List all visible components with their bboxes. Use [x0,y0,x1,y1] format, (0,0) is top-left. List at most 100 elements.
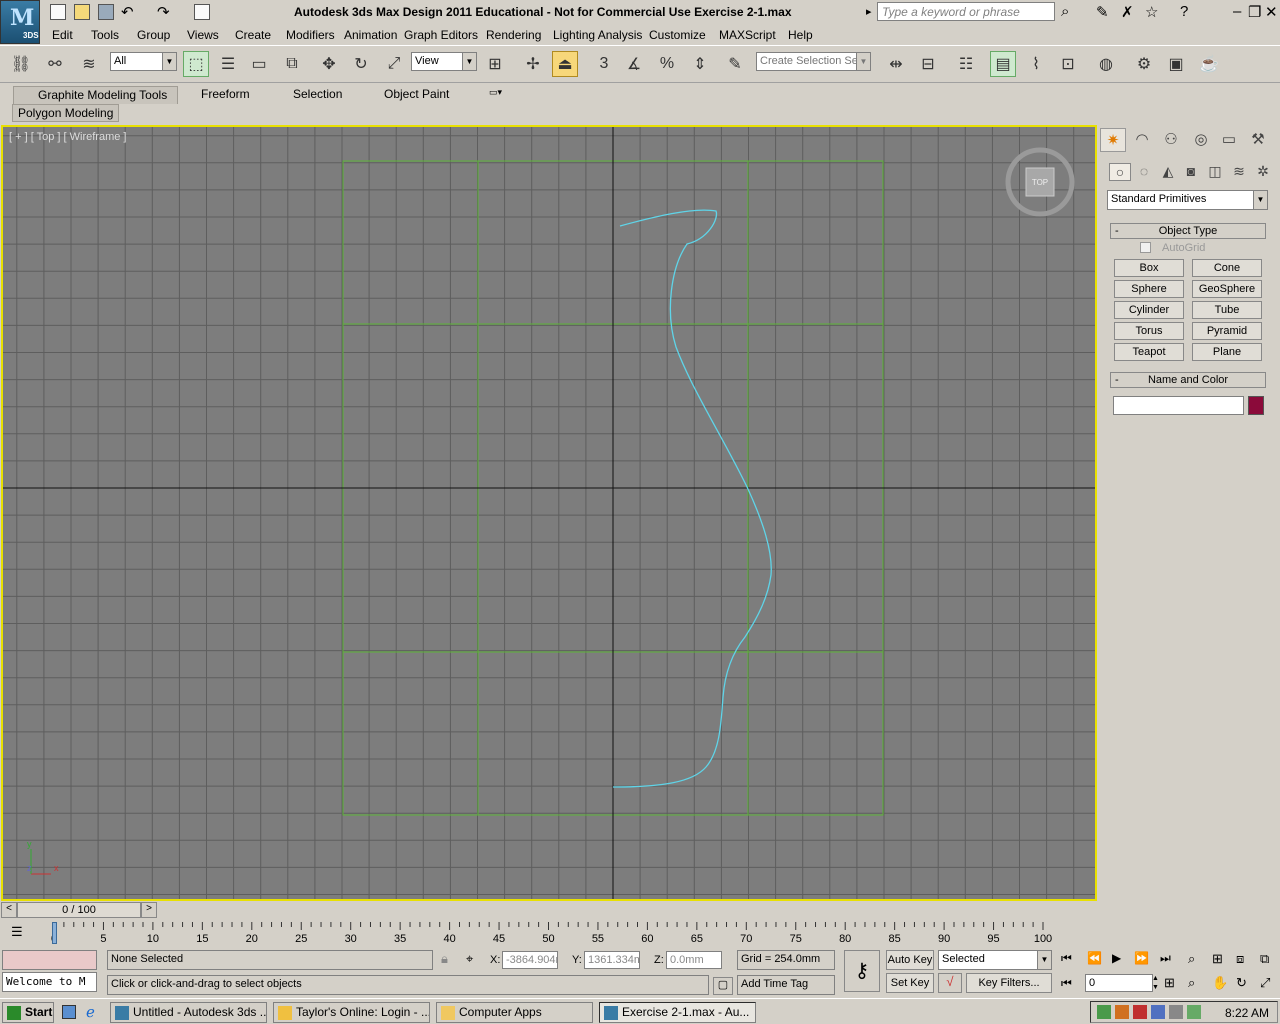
open-file-icon[interactable] [74,4,90,20]
select-object-icon[interactable]: ⬚ [183,51,209,77]
time-next-button[interactable]: > [141,902,157,918]
scale-icon[interactable]: ⤢ [381,51,407,77]
redo-icon[interactable]: ↷ [157,3,170,21]
search-input[interactable]: Type a keyword or phrase [877,2,1055,21]
favorites-star-icon[interactable]: ☆ [1145,3,1158,21]
menu-create[interactable]: Create [235,28,271,42]
rendered-frame-icon[interactable]: ▣ [1163,51,1189,77]
render-teapot-icon[interactable]: ☕ [1196,51,1222,77]
tube-button[interactable]: Tube [1192,301,1262,319]
render-setup-icon[interactable]: ⚙ [1131,51,1157,77]
next-frame-icon[interactable]: ⏩ [1134,951,1149,965]
time-slider-thumb[interactable]: 0 / 100 [17,902,141,918]
tray-icon-network[interactable] [1097,1005,1111,1019]
goto-start-icon[interactable]: ⏮ [1061,951,1072,966]
menu-graph-editors[interactable]: Graph Editors [404,28,478,42]
previous-frame-icon[interactable]: ⏪ [1087,951,1102,965]
spinner-snap-icon[interactable]: ⇕ [687,51,713,77]
systems-icon[interactable]: ✲ [1252,163,1274,180]
restore-icon[interactable]: ❐ [1248,3,1261,21]
selection-lock-icon[interactable]: 🔒︎ [441,951,448,967]
menu-group[interactable]: Group [137,28,170,42]
menu-animation[interactable]: Animation [344,28,397,42]
play-icon[interactable]: ▶ [1112,951,1121,965]
rectangular-selection-icon[interactable]: ▭ [246,51,272,77]
menu-maxscript[interactable]: MAXScript [719,28,776,42]
field-of-view-icon[interactable]: ⌕ [1188,975,1195,991]
geometry-icon[interactable]: ○ [1109,163,1131,181]
menu-help[interactable]: Help [788,28,813,42]
angle-snap-icon[interactable]: ∡ [621,51,647,77]
cameras-icon[interactable]: ◙ [1180,163,1202,179]
tab-freeform[interactable]: Freeform [195,86,256,104]
track-bar[interactable]: ☰ 05101520253035404550556065707580859095… [1,922,1097,947]
ribbon-panel-polygon-modeling[interactable]: Polygon Modeling [12,104,120,122]
taskbar-computer-apps[interactable]: Computer Apps [436,1002,593,1023]
zoom-all-icon[interactable]: ⊞ [1212,951,1223,967]
save-icon[interactable] [98,4,114,20]
mirror-icon[interactable]: ⇹ [883,51,909,77]
object-color-swatch[interactable] [1248,396,1264,415]
tab-object-paint[interactable]: Object Paint [378,86,455,104]
help-icon[interactable]: ? [1180,3,1188,20]
motion-tab-icon[interactable]: ◎ [1188,128,1214,152]
tab-selection[interactable]: Selection [287,86,348,104]
utilities-tab-icon[interactable]: ⚒ [1245,128,1271,152]
viewcube[interactable]: TOP [1005,147,1075,217]
pivot-center-icon[interactable]: ⊞ [482,51,508,77]
add-time-tag-button[interactable]: Add Time Tag [737,975,835,995]
selection-filter-select[interactable]: All ▼ [110,52,177,71]
align-icon[interactable]: ⊟ [915,51,941,77]
project-folder-icon[interactable] [194,4,210,20]
teapot-button[interactable]: Teapot [1114,343,1184,361]
time-tag-icon[interactable]: ▢ [713,977,733,995]
current-frame-marker[interactable] [52,922,57,944]
unlink-icon[interactable]: ⚯ [42,51,68,77]
object-type-rollout[interactable]: - Object Type [1110,223,1266,239]
space-warps-icon[interactable]: ≋ [1228,163,1250,180]
close-icon[interactable]: ✕ [1265,3,1278,21]
zoom-extents-icon[interactable]: ⧈ [1236,951,1244,967]
taskbar-untitled-3ds[interactable]: Untitled - Autodesk 3ds ... [110,1002,267,1023]
start-button[interactable]: Start [2,1002,54,1023]
show-desktop-icon[interactable] [62,1005,76,1019]
taskbar-exercise-2-1[interactable]: Exercise 2-1.max - Au... [599,1002,756,1023]
hierarchy-tab-icon[interactable]: ⚇ [1158,128,1184,152]
goto-end-icon[interactable]: ⏭ [1160,951,1171,966]
tray-icon-security[interactable] [1115,1005,1129,1019]
maximize-viewport-icon[interactable]: ⤢ [1260,975,1270,991]
named-selection-set-select[interactable]: Create Selection Se ▼ [756,52,871,71]
undo-icon[interactable]: ↶ [121,3,134,21]
pan-hand-icon[interactable]: ✋ [1212,975,1228,991]
viewport-label[interactable]: [ + ] [ Top ] [ Wireframe ] [9,131,126,143]
tray-icon-volume[interactable] [1169,1005,1183,1019]
modify-tab-icon[interactable]: ◠ [1129,128,1155,152]
zoom-extents-all-icon[interactable]: ⧉ [1260,951,1269,967]
default-tangent-icon[interactable]: √ [938,973,962,993]
box-button[interactable]: Box [1114,259,1184,277]
viewport-top[interactable]: x y z TOP [ + ] [ Top ] [ Wireframe ] [1,125,1097,901]
viewport-canvas[interactable]: x y z TOP [3,127,1095,899]
select-by-name-icon[interactable]: ☰ [215,51,241,77]
schematic-view-icon[interactable]: ⊡ [1055,51,1081,77]
tab-graphite-modeling-tools[interactable]: Graphite Modeling Tools [13,86,178,104]
key-mode-select[interactable]: Selected ▼ [938,950,1052,970]
time-prev-button[interactable]: < [1,902,17,918]
curve-editor-icon[interactable]: ⌇ [1023,51,1049,77]
keyboard-shortcut-override-icon[interactable]: ⏏ [552,51,578,77]
bind-space-warp-icon[interactable]: ≋ [76,51,102,77]
lights-icon[interactable]: ◭ [1157,163,1179,180]
layer-manager-icon[interactable]: ☷ [953,51,979,77]
select-link-icon[interactable]: ⛓ [8,51,34,77]
select-manipulate-icon[interactable]: ✢ [520,51,546,77]
torus-button[interactable]: Torus [1114,322,1184,340]
key-mode-toggle-icon[interactable]: ⏮ [1061,976,1072,991]
menu-views[interactable]: Views [187,28,219,42]
z-coordinate-input[interactable]: 0.0mm [666,951,722,969]
menu-modifiers[interactable]: Modifiers [286,28,335,42]
maxscript-mini-listener-top[interactable] [2,950,97,970]
tray-icon-display[interactable] [1151,1005,1165,1019]
application-button[interactable]: M 3DS [0,0,40,44]
display-tab-icon[interactable]: ▭ [1216,128,1242,152]
move-icon[interactable]: ✥ [316,51,342,77]
